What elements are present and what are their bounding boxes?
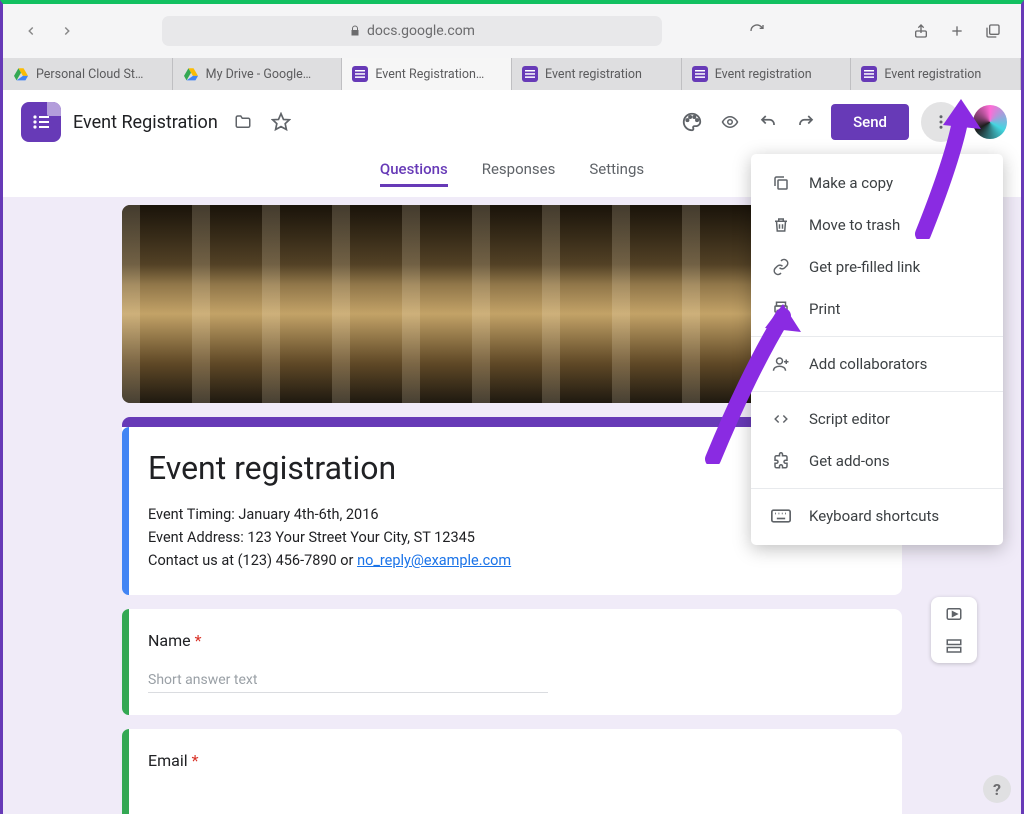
lock-icon bbox=[349, 25, 361, 37]
forms-logo[interactable] bbox=[21, 102, 61, 142]
browser-tab[interactable]: Event registration bbox=[851, 58, 1021, 90]
contact-email-link[interactable]: no_reply@example.com bbox=[357, 552, 511, 569]
address-bar[interactable]: docs.google.com bbox=[162, 16, 662, 46]
menu-keyboard-shortcuts[interactable]: Keyboard shortcuts bbox=[751, 495, 1003, 537]
tab-questions[interactable]: Questions bbox=[380, 160, 448, 187]
share-button[interactable] bbox=[907, 17, 935, 45]
new-tab-button[interactable] bbox=[943, 17, 971, 45]
browser-tab-strip: Personal Cloud St… My Drive - Google… Ev… bbox=[3, 58, 1021, 90]
tabs-overview-button[interactable] bbox=[979, 17, 1007, 45]
tab-label: Personal Cloud St… bbox=[36, 67, 143, 82]
link-icon bbox=[771, 258, 791, 276]
tab-label: Event registration bbox=[545, 67, 642, 82]
question-card-name[interactable]: Name * Short answer text bbox=[122, 609, 902, 715]
tab-label: My Drive - Google… bbox=[206, 67, 312, 82]
forms-icon bbox=[692, 66, 708, 82]
forms-icon bbox=[522, 66, 538, 82]
question-label: Name * bbox=[148, 631, 876, 650]
forms-icon bbox=[861, 66, 877, 82]
annotation-arrow bbox=[693, 304, 803, 464]
short-answer-placeholder: Short answer text bbox=[148, 672, 548, 693]
help-button[interactable]: ? bbox=[983, 775, 1011, 803]
copy-icon bbox=[771, 174, 791, 192]
floating-question-toolbar bbox=[931, 597, 977, 663]
drive-icon bbox=[13, 67, 29, 81]
add-video-button[interactable] bbox=[943, 605, 965, 623]
address-host: docs.google.com bbox=[367, 23, 475, 39]
tab-label: Event registration bbox=[715, 67, 812, 82]
send-button[interactable]: Send bbox=[831, 104, 909, 140]
forward-button[interactable] bbox=[53, 17, 81, 45]
keyboard-icon bbox=[771, 509, 791, 523]
address-bar-wrap: docs.google.com bbox=[89, 16, 735, 46]
drive-icon bbox=[183, 67, 199, 81]
browser-toolbar: docs.google.com bbox=[3, 4, 1021, 58]
document-title[interactable]: Event Registration bbox=[73, 112, 218, 133]
annotation-arrow bbox=[903, 99, 1003, 239]
browser-tab-active[interactable]: Event Registration… bbox=[342, 58, 512, 90]
star-button[interactable] bbox=[268, 109, 294, 135]
form-desc-line: Contact us at (123) 456-7890 or no_reply… bbox=[148, 549, 876, 572]
forms-icon bbox=[352, 66, 368, 82]
tab-label: Event Registration… bbox=[375, 67, 484, 82]
menu-prefilled-link[interactable]: Get pre-filled link bbox=[751, 246, 1003, 288]
undo-button[interactable] bbox=[755, 109, 781, 135]
browser-tab[interactable]: Event registration bbox=[512, 58, 682, 90]
app-header: Event Registration Send bbox=[3, 90, 1021, 154]
redo-button[interactable] bbox=[793, 109, 819, 135]
browser-tab[interactable]: Event registration bbox=[682, 58, 852, 90]
reload-button[interactable] bbox=[743, 17, 771, 45]
browser-tab[interactable]: My Drive - Google… bbox=[173, 58, 343, 90]
theme-button[interactable] bbox=[679, 109, 705, 135]
browser-tab[interactable]: Personal Cloud St… bbox=[3, 58, 173, 90]
trash-icon bbox=[771, 216, 791, 234]
tab-label: Event registration bbox=[884, 67, 981, 82]
question-card-email[interactable]: Email * bbox=[122, 729, 902, 814]
question-label: Email * bbox=[148, 751, 876, 770]
add-section-button[interactable] bbox=[943, 637, 965, 655]
tab-responses[interactable]: Responses bbox=[482, 160, 556, 187]
move-folder-button[interactable] bbox=[230, 109, 256, 135]
back-button[interactable] bbox=[17, 17, 45, 45]
tab-settings[interactable]: Settings bbox=[589, 160, 644, 187]
preview-button[interactable] bbox=[717, 109, 743, 135]
